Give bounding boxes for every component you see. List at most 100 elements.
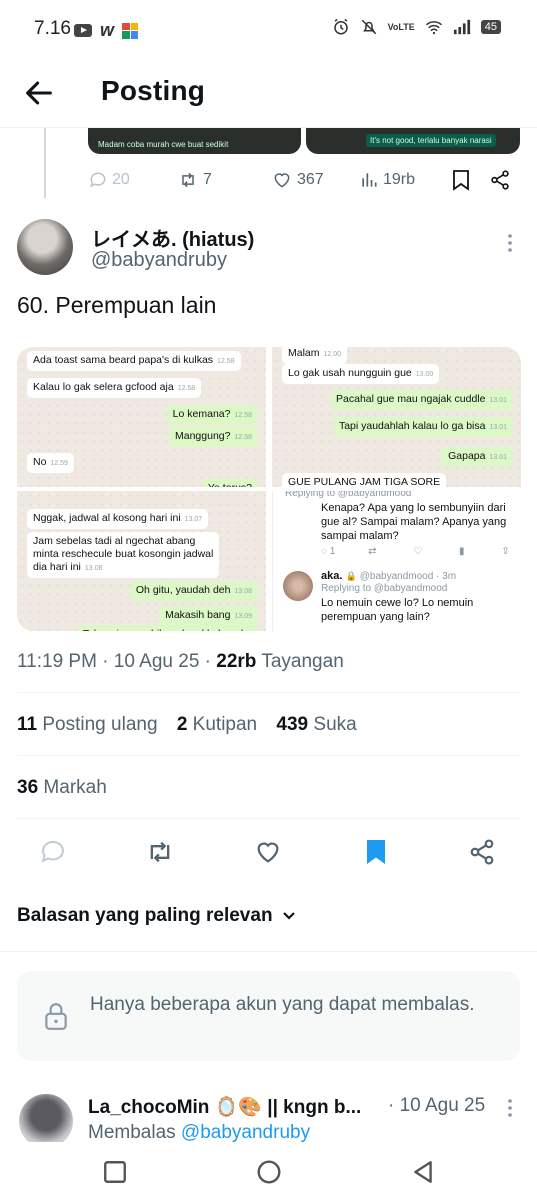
chat-bubble: Nggak, jadwal al kosong hari ini 13.07	[27, 509, 209, 529]
like-action[interactable]: 367	[271, 170, 324, 190]
quotes-stat[interactable]: 2 Kutipan	[177, 714, 257, 735]
reply-count: 20	[112, 171, 130, 188]
bookmarks-stat[interactable]: 36 Markah	[17, 777, 107, 799]
media-image-bottom-right[interactable]: Replying to @babyandmood Kenapa? Apa yan…	[272, 491, 521, 631]
chat-time: 12.58	[177, 385, 196, 392]
likes-label: Suka	[313, 714, 357, 735]
chat-bubble: Manggung? 12.58	[169, 427, 258, 447]
engagement-counts: 11 Posting ulang 2 Kutipan 439 Suka	[17, 714, 357, 736]
recent-apps-icon[interactable]	[102, 1159, 128, 1185]
alarm-icon	[333, 18, 348, 35]
chat-text: Nggak, jadwal al kosong hari ini	[33, 512, 181, 524]
system-icons: VoLTE 45	[332, 18, 501, 36]
tw-repost-icon: ⇄	[368, 546, 377, 557]
likes-stat[interactable]: 439 Suka	[276, 714, 356, 735]
chat-time: 12.58	[234, 412, 252, 419]
chat-text: Tolong jangan bilang ke al kalau aka	[83, 628, 252, 631]
volte-label: VoLTE	[387, 21, 415, 32]
post-media-grid[interactable]: Ada toast sama beard papa's di kulkas 12.…	[17, 347, 521, 631]
chat-bubble: Makasih bang 13.09	[159, 606, 258, 626]
media-image-bottom-left[interactable]: Nggak, jadwal al kosong hari ini 13.07 Jam…	[17, 491, 266, 631]
display-name[interactable]: レイメあ. (hiatus)	[91, 223, 254, 252]
reply-display-name[interactable]: La_chocoMin 🪞🎨 || kngn b...	[88, 1095, 361, 1119]
replying-handle-link[interactable]: @babyandruby	[181, 1122, 310, 1142]
like-icon[interactable]	[254, 838, 282, 866]
media-image-top-left[interactable]: Ada toast sama beard papa's di kulkas 12.…	[17, 347, 266, 487]
media-image-top-right[interactable]: Malam 12.00 Lo gak usah nungguin gue 13.00 P…	[272, 347, 521, 487]
avatar[interactable]	[19, 1094, 73, 1142]
repost-action[interactable]: 7	[177, 170, 212, 190]
previous-image-1[interactable]: Madam coba murah cwe buat sedikit	[88, 128, 301, 154]
divider	[0, 951, 537, 952]
quotes-count: 2	[176, 714, 188, 735]
tw-name: aka.	[321, 570, 343, 582]
status-bar: 7.16 w VoLTE 45	[0, 0, 537, 60]
preview-text: Madam coba murah cwe buat sedikit	[98, 140, 229, 149]
reply-icon	[90, 172, 106, 188]
chat-text: Kalau lo gak selera gcfood aja	[33, 381, 174, 393]
tw-like-icon: ♡	[413, 546, 423, 557]
replies-sort-dropdown[interactable]: Balasan yang paling relevan	[17, 905, 297, 927]
preview-text: It's not good, terlalu banyak narasi	[366, 134, 496, 147]
view-count: 19rb	[383, 171, 416, 188]
share-icon[interactable]	[489, 169, 511, 191]
android-nav-bar	[0, 1142, 537, 1200]
previous-image-2[interactable]: It's not good, terlalu banyak narasi	[306, 128, 520, 154]
chat-text: Malam	[288, 347, 320, 359]
post-text: 60. Perempuan lain	[17, 292, 217, 318]
chat-bubble: Malam 12.00	[282, 347, 348, 364]
chat-bubble: Lo gak usah nungguin gue 13.00	[282, 364, 440, 384]
more-vertical-icon[interactable]	[507, 233, 513, 253]
tw-text-2: Lo nemuin cewe lo? Lo nemuin perempuan y…	[321, 597, 474, 623]
tw-reply-icon: ◌	[321, 546, 327, 557]
divider	[17, 755, 520, 756]
arrow-left-icon[interactable]	[22, 76, 56, 110]
back-nav-icon[interactable]	[410, 1159, 436, 1185]
tw-lock-icon: 🔒	[345, 571, 357, 581]
views-count: 22rb	[216, 651, 257, 672]
tw-share-icon: ⇪	[501, 546, 510, 557]
chevron-down-icon	[282, 912, 295, 920]
user-handle[interactable]: @babyandruby	[91, 249, 227, 272]
bookmarks-label: Markah	[43, 777, 107, 798]
chat-text: GUE PULANG JAM TIGA SORE	[288, 476, 441, 487]
chat-bubble: GUE PULANG JAM TIGA SORE	[282, 473, 447, 487]
post-author[interactable]: レイメあ. (hiatus) @babyandruby	[17, 219, 521, 279]
bookmark-filled-icon[interactable]	[362, 838, 390, 866]
views-label: Tayangan	[256, 651, 344, 672]
reposts-label: Posting ulang	[42, 714, 158, 735]
chat-text: Tapi yaudahlah kalau lo ga bisa	[338, 420, 486, 432]
tw-actions: ◌ 1 ⇄ ♡ ▮ ⇪	[321, 545, 516, 559]
avatar[interactable]	[17, 219, 73, 275]
bookmarks-count: 36	[17, 777, 39, 798]
reply-action[interactable]: 20	[88, 170, 130, 190]
heart-icon	[274, 173, 290, 188]
previous-post-images[interactable]: Madam coba murah cwe buat sedikit It's n…	[88, 128, 520, 154]
reply-icon[interactable]	[39, 838, 67, 866]
repost-icon[interactable]	[146, 838, 174, 866]
youtube-icon	[74, 24, 92, 37]
share-icon[interactable]	[468, 838, 496, 866]
post-meta: 11:19 PM · 10 Agu 25 · 22rb Tayangan	[17, 651, 344, 673]
home-icon[interactable]	[256, 1159, 282, 1185]
tw-text: Kenapa? Apa yang lo sembunyiin dari gue …	[321, 502, 507, 542]
top-bar: Posting	[0, 60, 537, 128]
more-vertical-icon[interactable]	[507, 1098, 513, 1118]
tw-reply-count: 1	[329, 546, 336, 557]
reply-item[interactable]: La_chocoMin 🪞🎨 || kngn b... · 10 Agu 25 …	[17, 1092, 521, 1142]
chat-text: Ada toast sama beard papa's di kulkas	[33, 354, 214, 366]
chat-text: Jam sebelas tadi al ngechat abang minta …	[33, 535, 214, 573]
views-action[interactable]: 19rb	[359, 170, 415, 190]
chat-bubble: Gapapa 13.01	[442, 447, 513, 467]
thread-line	[44, 128, 46, 198]
replying-to: Membalas @babyandruby	[88, 1122, 310, 1142]
replying-prefix: Membalas	[88, 1122, 181, 1142]
post-timestamp: 11:19 PM · 10 Agu 25 ·	[17, 651, 217, 672]
bookmark-icon[interactable]	[452, 169, 470, 191]
reposts-stat[interactable]: 11 Posting ulang	[17, 714, 158, 735]
chat-text: Manggung?	[175, 430, 231, 442]
lock-icon	[45, 1003, 67, 1030]
battery-icon: 45	[480, 20, 501, 34]
chat-time: 12.00	[323, 351, 342, 358]
chat-text: Oh gitu, yaudah deh	[135, 584, 231, 596]
